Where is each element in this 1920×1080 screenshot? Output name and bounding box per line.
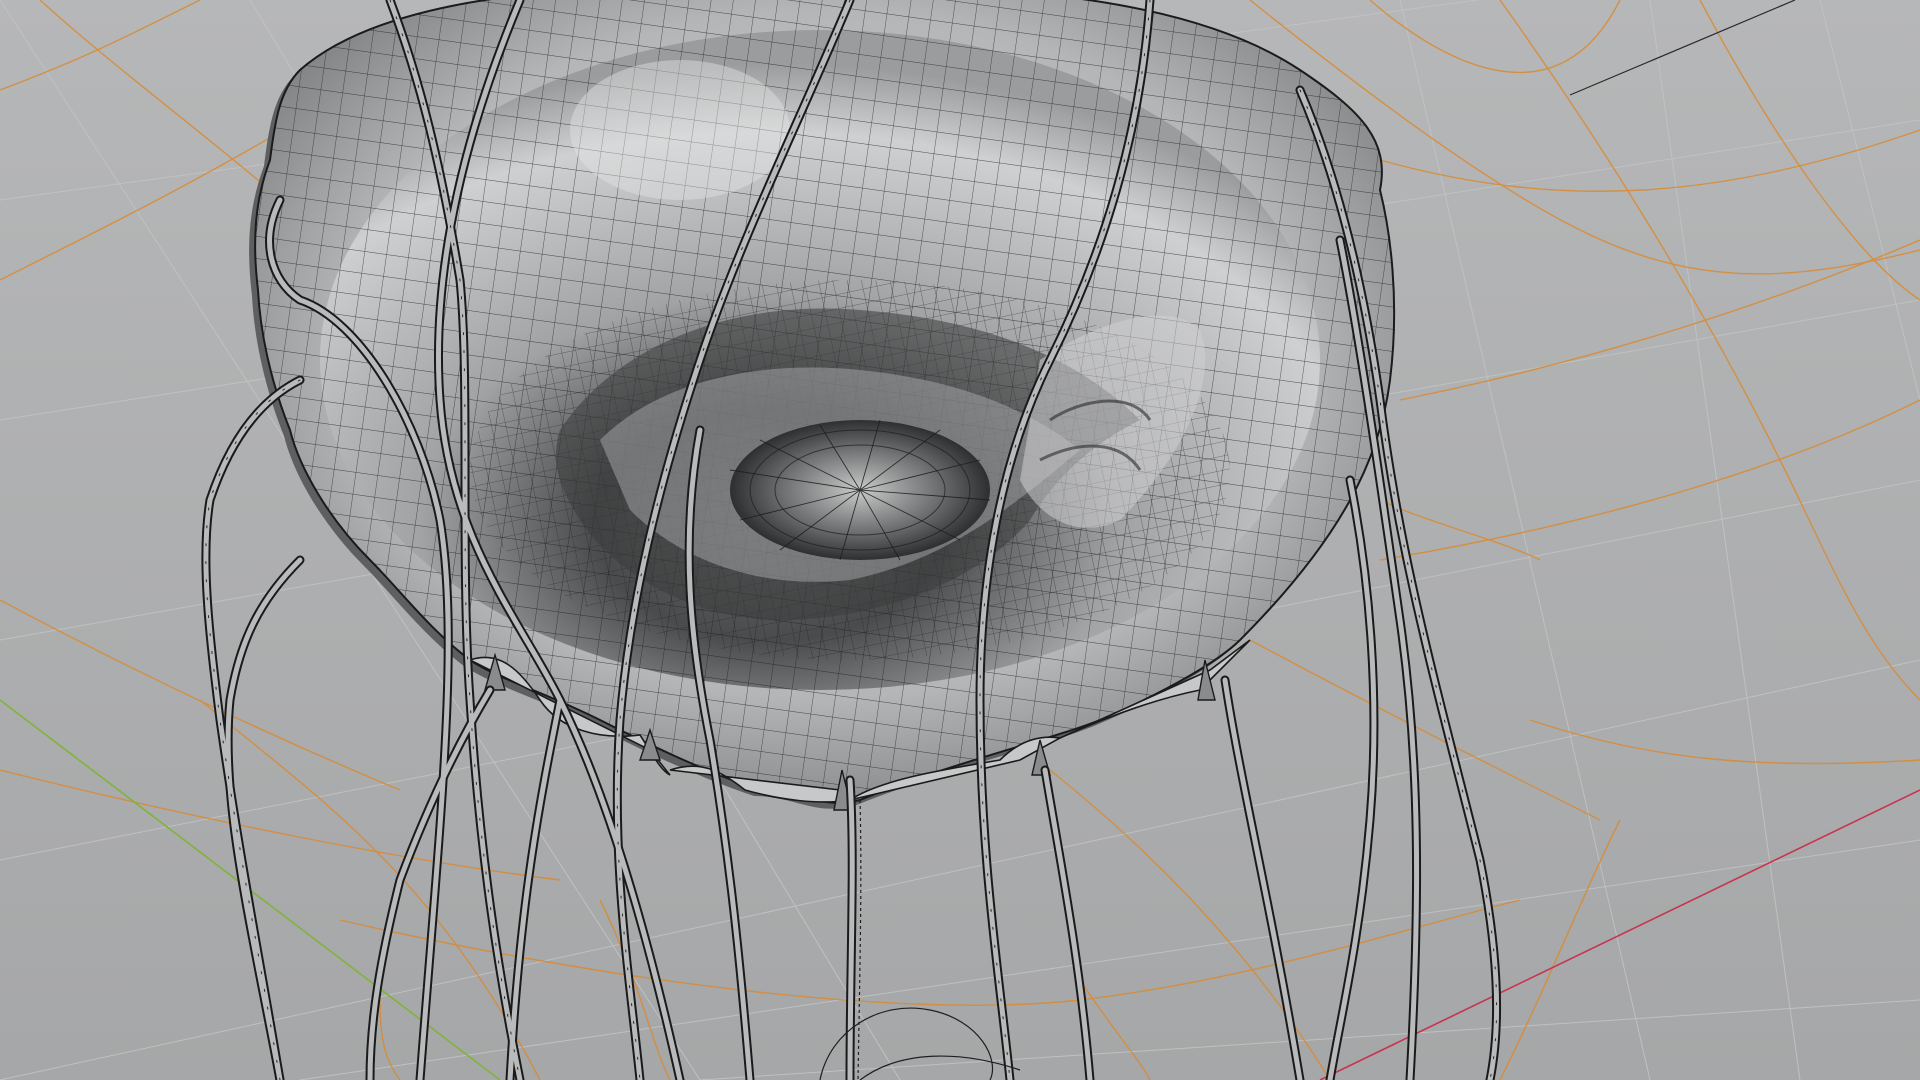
3d-viewport[interactable] [0, 0, 1920, 1080]
viewport-canvas[interactable] [0, 0, 1920, 1080]
